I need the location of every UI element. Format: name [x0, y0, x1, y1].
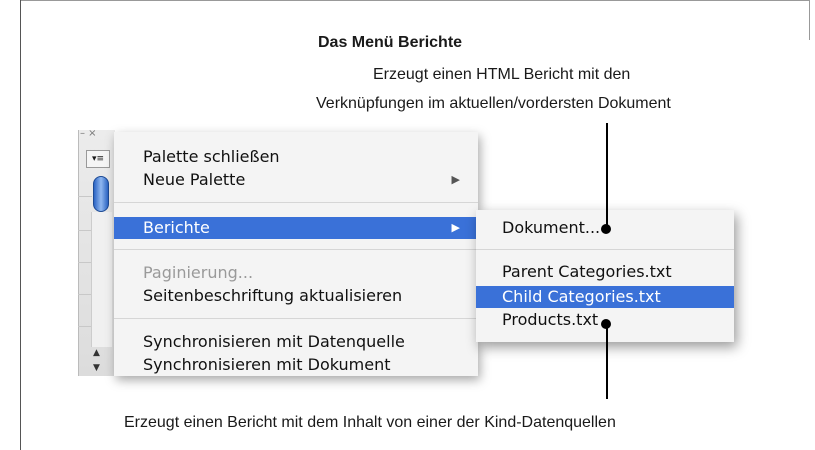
palette-row-divider: [78, 326, 92, 327]
menu-item-label: Synchronisieren mit Dokument: [143, 355, 391, 374]
palette-row-divider: [78, 196, 92, 197]
menu-item-sync-datasource[interactable]: Synchronisieren mit Datenquelle: [114, 331, 478, 353]
menu-item-label: Neue Palette: [143, 170, 246, 189]
annotation-top-line2: Verknüpfungen im aktuellen/vordersten Do…: [316, 95, 671, 112]
menu-item-label: Palette schließen: [143, 147, 280, 166]
annotation-heading: Das Menü Berichte: [318, 34, 463, 51]
menu-item-label: Seitenbeschriftung aktualisieren: [143, 286, 403, 305]
callout-dot-document: [601, 224, 611, 234]
menu-separator: [114, 318, 478, 319]
submenu-separator: [476, 249, 734, 250]
menu-item-reports[interactable]: Berichte ▶: [114, 217, 478, 239]
submenu-item-child-categories[interactable]: Child Categories.txt: [476, 286, 734, 308]
menu-separator: [114, 202, 478, 203]
menu-item-label: Synchronisieren mit Datenquelle: [143, 332, 405, 351]
menu-item-label: Berichte: [143, 218, 210, 237]
callout-line-child-categories: [606, 324, 608, 399]
submenu-item-parent-categories[interactable]: Parent Categories.txt: [476, 261, 734, 283]
menu-item-update-page-labels[interactable]: Seitenbeschriftung aktualisieren: [114, 285, 478, 307]
frame-top-border: [20, 0, 810, 1]
annotation-top-line1: Erzeugt einen HTML Bericht mit den: [373, 66, 631, 83]
palette-menu: Palette schließen Neue Palette ▶ Bericht…: [114, 132, 478, 376]
callout-line-document: [606, 123, 608, 226]
palette-scrollbar[interactable]: [91, 212, 112, 347]
menu-separator: [114, 249, 478, 250]
submenu-item-label: Products.txt: [502, 310, 599, 329]
palette-menu-button[interactable]: ▾≡: [86, 150, 110, 168]
menu-item-label: Paginierung...: [143, 263, 254, 282]
submenu-item-label: Child Categories.txt: [502, 287, 661, 306]
palette-scroll-thumb[interactable]: [93, 176, 109, 212]
palette-row-divider: [78, 294, 92, 295]
menu-item-pagination: Paginierung...: [114, 262, 478, 284]
palette-row-divider: [78, 262, 92, 263]
submenu-item-label: Dokument...: [502, 218, 601, 237]
scroll-down-icon[interactable]: ▼: [93, 363, 100, 373]
frame-right-border: [809, 0, 810, 40]
palette-close-icon[interactable]: – ×: [80, 128, 97, 139]
scroll-up-icon[interactable]: ▲: [93, 348, 100, 358]
submenu-arrow-icon: ▶: [451, 221, 460, 234]
menu-item-new-palette[interactable]: Neue Palette ▶: [114, 169, 478, 191]
menu-item-sync-document[interactable]: Synchronisieren mit Dokument: [114, 354, 478, 376]
submenu-arrow-icon: ▶: [451, 173, 460, 186]
palette-row-divider: [78, 230, 92, 231]
menu-item-close-palette[interactable]: Palette schließen: [114, 146, 478, 168]
annotation-bottom: Erzeugt einen Bericht mit dem Inhalt von…: [124, 414, 616, 431]
submenu-item-label: Parent Categories.txt: [502, 262, 672, 281]
frame-left-border: [20, 0, 21, 450]
